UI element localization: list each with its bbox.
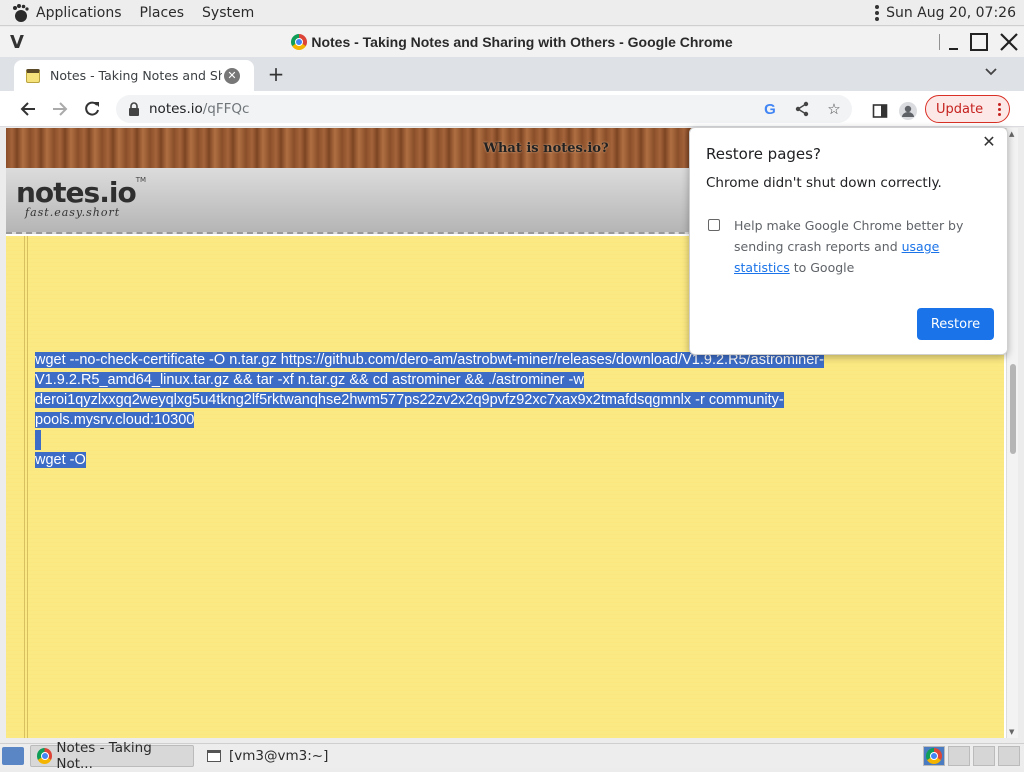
window-menu-icon[interactable]: V	[10, 32, 30, 53]
profile-button[interactable]	[892, 95, 924, 127]
reload-icon	[85, 101, 99, 116]
tab-title: Notes - Taking Notes and Sharing with Ot…	[50, 68, 222, 83]
workspace-switcher	[923, 746, 1020, 766]
show-desktop-icon[interactable]	[2, 747, 24, 765]
note-line: wget -O	[35, 452, 86, 468]
logo-text: notes.io	[16, 176, 137, 209]
taskbar-item-label: Notes - Taking Not...	[56, 740, 152, 772]
side-panel-icon	[872, 104, 888, 118]
scroll-up-icon[interactable]: ▲	[1009, 130, 1014, 138]
chrome-icon	[291, 34, 308, 50]
notes-favicon-icon	[26, 68, 40, 83]
tab-close-icon[interactable]: ✕	[224, 67, 240, 84]
reload-button[interactable]	[76, 93, 108, 125]
taskbar-item-label: [vm3@vm3:~]	[229, 748, 329, 764]
window-title-wrap: Notes - Taking Notes and Sharing with Ot…	[0, 27, 1024, 57]
note-text[interactable]: wget --no-check-certificate -O n.tar.gz …	[35, 350, 935, 470]
taskbar-item-chrome[interactable]: Notes - Taking Not...	[30, 740, 194, 772]
dialog-close-icon[interactable]: ✕	[979, 132, 999, 152]
window-controls	[934, 27, 1024, 57]
what-is-notesio-link[interactable]: What is notes.io?	[483, 141, 608, 156]
workspace-2[interactable]	[948, 746, 970, 766]
notesio-logo[interactable]: notes.ioTM fast.easy.short	[16, 176, 146, 219]
back-arrow-icon	[20, 101, 35, 116]
note-line: deroi1qyzlxxgq2weyqlxg5u4tkng2lf5rktwanq…	[35, 392, 784, 408]
restore-title: Restore pages?	[706, 145, 821, 163]
close-window-button[interactable]	[994, 27, 1024, 57]
forward-arrow-icon	[53, 101, 68, 116]
maximize-icon	[970, 33, 988, 51]
note-line: V1.9.2.R5_amd64_linux.tar.gz && tar -xf …	[35, 372, 584, 388]
new-tab-button[interactable]: +	[266, 63, 286, 85]
omnibox-actions: G ☆	[760, 95, 844, 123]
scroll-thumb[interactable]	[1010, 364, 1016, 454]
restore-description: Chrome didn't shut down correctly.	[706, 175, 942, 191]
clock[interactable]: Sun Aug 20, 07:26	[886, 5, 1016, 21]
pad-margin-line	[24, 236, 28, 738]
scroll-down-icon[interactable]: ▼	[1009, 728, 1014, 736]
panel-right: Sun Aug 20, 07:26	[874, 4, 1016, 21]
terminal-icon	[207, 750, 221, 762]
avatar-icon	[899, 102, 917, 120]
bookmark-star-icon[interactable]: ☆	[824, 99, 844, 119]
bottom-taskbar: Notes - Taking Not... [vm3@vm3:~]	[0, 740, 1024, 772]
lock-icon[interactable]	[128, 102, 140, 116]
gnome-foot-icon[interactable]	[10, 3, 30, 23]
workspace-4[interactable]	[998, 746, 1020, 766]
address-bar[interactable]: notes.io/qFFQc G ☆	[116, 95, 852, 123]
tab-notes[interactable]: Notes - Taking Notes and Sharing with Ot…	[14, 60, 254, 91]
restore-button[interactable]: Restore	[917, 308, 994, 340]
update-label: Update	[936, 101, 984, 117]
forward-button[interactable]	[44, 93, 76, 125]
maximize-button[interactable]	[964, 27, 994, 57]
note-line: pools.mysrv.cloud:10300	[35, 412, 195, 428]
url-host: notes.io	[149, 101, 203, 117]
tab-search-chevron-icon[interactable]	[984, 65, 998, 81]
menu-applications[interactable]: Applications	[36, 5, 122, 21]
note-line-empty	[35, 430, 41, 450]
back-button[interactable]	[12, 93, 44, 125]
panel-menu-icon[interactable]	[874, 4, 880, 21]
menu-system[interactable]: System	[202, 5, 254, 21]
share-icon[interactable]	[792, 99, 812, 119]
logo-tm: TM	[135, 176, 147, 184]
tab-strip: Notes - Taking Notes and Sharing with Ot…	[0, 57, 1024, 91]
update-button[interactable]: Update	[925, 95, 1010, 123]
url-path: /qFFQc	[202, 101, 250, 117]
taskbar-item-terminal[interactable]: [vm3@vm3:~]	[200, 745, 370, 767]
menu-places[interactable]: Places	[140, 5, 185, 21]
workspace-3[interactable]	[973, 746, 995, 766]
crash-report-checkbox[interactable]	[708, 219, 720, 231]
minimize-icon	[939, 34, 958, 50]
close-icon	[1000, 33, 1018, 51]
minimize-button[interactable]	[934, 27, 964, 57]
more-menu-icon[interactable]	[998, 102, 1001, 116]
browser-toolbar: notes.io/qFFQc G ☆ Update	[0, 91, 1024, 127]
restore-pages-dialog: Restore pages? ✕ Chrome didn't shut down…	[689, 127, 1008, 355]
google-lens-icon[interactable]: G	[760, 99, 780, 119]
window-title: Notes - Taking Notes and Sharing with Ot…	[311, 34, 733, 50]
chrome-icon	[926, 748, 942, 764]
top-panel: Applications Places System Sun Aug 20, 0…	[0, 0, 1024, 26]
workspace-1[interactable]	[923, 746, 945, 766]
crash-report-label[interactable]: Help make Google Chrome better by sendin…	[734, 215, 996, 278]
chrome-icon	[37, 748, 53, 764]
crash-label-after: to Google	[789, 260, 855, 275]
window-titlebar: V Notes - Taking Notes and Sharing with …	[0, 27, 1024, 57]
